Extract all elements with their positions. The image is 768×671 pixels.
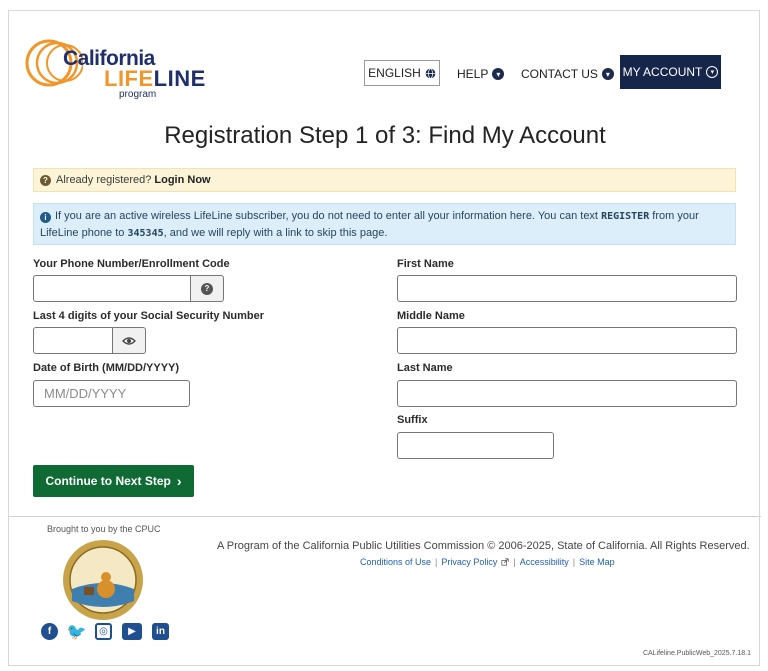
link-separator: | bbox=[435, 557, 438, 567]
link-separator: | bbox=[572, 557, 576, 567]
suffix-label: Suffix bbox=[397, 414, 428, 426]
page-frame: California LIFELINE program ENGLISH HELP… bbox=[8, 10, 761, 666]
info-text-3: , and we will reply with a link to skip … bbox=[163, 227, 388, 239]
account-label: MY ACCOUNT bbox=[622, 65, 703, 79]
my-account-button[interactable]: MY ACCOUNT ▾ bbox=[620, 55, 721, 89]
page-title: Registration Step 1 of 3: Find My Accoun… bbox=[164, 122, 606, 149]
phone-help-button[interactable]: ? bbox=[190, 275, 224, 302]
text-register-info: i If you are an active wireless LifeLine … bbox=[33, 203, 736, 245]
chevron-down-icon: ▾ bbox=[601, 68, 614, 80]
middle-name-label: Middle Name bbox=[397, 310, 465, 322]
contact-label: CONTACT US bbox=[521, 67, 598, 81]
brought-by-text: Brought to you by the CPUC bbox=[47, 524, 161, 534]
ssn-input[interactable] bbox=[33, 327, 113, 354]
instagram-icon[interactable]: ◎ bbox=[95, 623, 112, 640]
help-menu[interactable]: HELP ▾ bbox=[457, 67, 505, 81]
link-separator: | bbox=[513, 557, 516, 567]
continue-button[interactable]: Continue to Next Step › bbox=[33, 465, 194, 497]
language-label: ENGLISH bbox=[368, 66, 421, 80]
accessibility-link[interactable]: Accessibility bbox=[520, 557, 569, 567]
info-text-1: If you are an active wireless LifeLine s… bbox=[55, 210, 598, 222]
site-map-link[interactable]: Site Map bbox=[579, 557, 615, 567]
login-now-link[interactable]: Login Now bbox=[154, 174, 210, 186]
phone-input[interactable] bbox=[33, 275, 191, 302]
last-name-input[interactable] bbox=[397, 380, 737, 407]
copyright-text: A Program of the California Public Utili… bbox=[217, 540, 750, 552]
dob-input[interactable]: MM/DD/YYYY bbox=[33, 380, 190, 407]
question-icon: ? bbox=[201, 282, 213, 295]
chevron-right-icon: › bbox=[176, 473, 182, 489]
footer-divider bbox=[9, 516, 761, 517]
california-lifeline-logo[interactable]: California LIFELINE program bbox=[23, 29, 205, 100]
login-alert: ? Already registered? Login Now bbox=[33, 168, 736, 192]
chevron-down-icon: ▾ bbox=[492, 68, 505, 80]
ssn-label: Last 4 digits of your Social Security Nu… bbox=[33, 310, 265, 322]
last-name-label: Last Name bbox=[397, 362, 453, 374]
external-link-icon bbox=[501, 558, 510, 566]
info-icon: i bbox=[40, 212, 51, 223]
twitter-icon[interactable]: 🐦 bbox=[67, 623, 86, 641]
phone-label: Your Phone Number/Enrollment Code bbox=[33, 258, 230, 270]
logo-word-program: program bbox=[119, 89, 157, 100]
dob-label: Date of Birth (MM/DD/YYYY) bbox=[33, 362, 180, 374]
eye-icon bbox=[122, 336, 136, 345]
version-text: CALifeline.PublicWeb_2025.7.18.1 bbox=[642, 650, 751, 657]
linkedin-icon[interactable]: in bbox=[152, 623, 169, 640]
social-links: f 🐦 ◎ ▶ in bbox=[41, 623, 169, 641]
globe-icon bbox=[425, 67, 436, 79]
suffix-input[interactable] bbox=[397, 432, 554, 459]
short-code: 345345 bbox=[127, 228, 164, 239]
facebook-icon[interactable]: f bbox=[41, 623, 58, 640]
first-name-label: First Name bbox=[397, 258, 454, 270]
register-code: REGISTER bbox=[601, 211, 650, 222]
middle-name-input[interactable] bbox=[397, 327, 737, 354]
login-prompt: Already registered? bbox=[56, 174, 152, 186]
footer-links: Conditions of Use | Privacy Policy | Acc… bbox=[360, 557, 615, 567]
youtube-icon[interactable]: ▶ bbox=[122, 623, 142, 640]
privacy-policy-link[interactable]: Privacy Policy bbox=[441, 557, 497, 567]
language-button[interactable]: ENGLISH bbox=[364, 60, 440, 86]
contact-us-menu[interactable]: CONTACT US ▾ bbox=[521, 67, 614, 81]
help-label: HELP bbox=[457, 67, 489, 81]
continue-label: Continue to Next Step bbox=[45, 474, 171, 488]
first-name-input[interactable] bbox=[397, 275, 737, 302]
show-ssn-button[interactable] bbox=[112, 327, 146, 354]
cpuc-seal-icon bbox=[63, 540, 143, 620]
question-icon: ? bbox=[40, 174, 51, 186]
chevron-down-icon: ▾ bbox=[706, 66, 719, 78]
conditions-of-use-link[interactable]: Conditions of Use bbox=[360, 557, 431, 567]
